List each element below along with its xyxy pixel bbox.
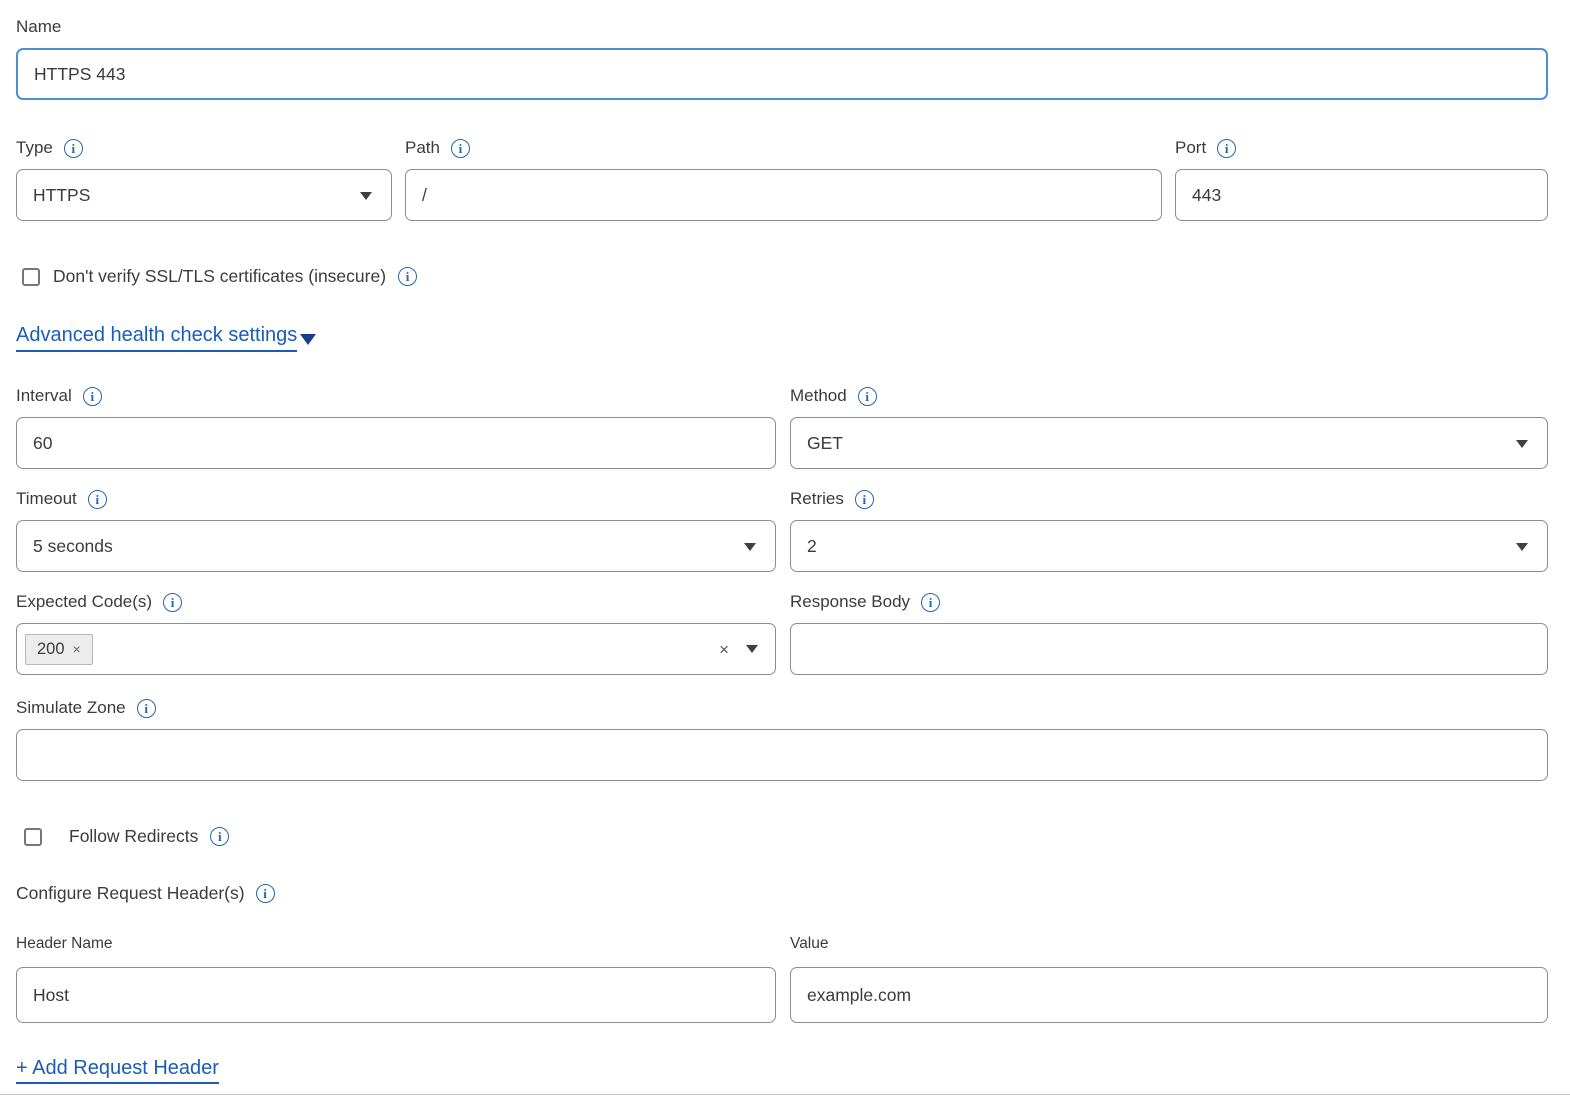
info-icon[interactable]: i — [137, 699, 156, 718]
header-value-input[interactable] — [790, 967, 1548, 1023]
type-select-value: HTTPS — [33, 185, 90, 206]
clear-all-icon[interactable]: × — [719, 641, 729, 658]
caret-down-icon — [1516, 440, 1528, 448]
caret-down-icon — [360, 192, 372, 200]
caret-down-icon — [744, 543, 756, 551]
port-field: Port i — [1175, 137, 1548, 221]
method-field: Method i GET — [790, 385, 1548, 469]
add-request-header-link[interactable]: + Add Request Header — [16, 1057, 219, 1084]
expected-code-tag: 200 × — [25, 634, 93, 665]
retries-select-value: 2 — [807, 536, 817, 557]
type-field: Type i HTTPS — [16, 137, 392, 221]
type-label: Type — [16, 138, 53, 158]
header-name-field: Header Name — [16, 934, 776, 1023]
health-check-form: Name Type i HTTPS Path i Port i — [0, 0, 1570, 1095]
timeout-field: Timeout i 5 seconds — [16, 488, 776, 572]
info-icon[interactable]: i — [858, 387, 877, 406]
info-icon[interactable]: i — [398, 267, 417, 286]
path-input[interactable] — [405, 169, 1162, 221]
retries-label: Retries — [790, 489, 844, 509]
type-select[interactable]: HTTPS — [16, 169, 392, 221]
configure-headers-label: Configure Request Header(s) — [16, 883, 245, 904]
port-label: Port — [1175, 138, 1206, 158]
simulate-zone-label: Simulate Zone — [16, 698, 126, 718]
header-name-label: Header Name — [16, 935, 113, 953]
caret-down-icon[interactable] — [746, 645, 758, 653]
header-name-input[interactable] — [16, 967, 776, 1023]
interval-input[interactable] — [16, 417, 776, 469]
expected-codes-multiselect[interactable]: 200 × × — [16, 623, 776, 675]
request-header-row: Header Name Value — [16, 934, 1548, 1023]
follow-redirects-label: Follow Redirects — [69, 826, 198, 847]
expected-code-tag-text: 200 — [37, 640, 65, 659]
configure-headers-section: Configure Request Header(s) i — [16, 882, 1548, 904]
timeout-select-value: 5 seconds — [33, 536, 113, 557]
info-icon[interactable]: i — [855, 490, 874, 509]
response-body-field: Response Body i — [790, 591, 1548, 675]
follow-redirects-checkbox[interactable] — [24, 828, 42, 846]
response-body-label: Response Body — [790, 592, 910, 612]
expected-codes-label: Expected Code(s) — [16, 592, 152, 612]
info-icon[interactable]: i — [210, 827, 229, 846]
info-icon[interactable]: i — [64, 139, 83, 158]
info-icon[interactable]: i — [163, 593, 182, 612]
name-label: Name — [16, 17, 61, 37]
dont-verify-row: Don't verify SSL/TLS certificates (insec… — [22, 266, 1548, 287]
retries-select[interactable]: 2 — [790, 520, 1548, 572]
caret-down-icon — [1516, 543, 1528, 551]
simulate-zone-input[interactable] — [16, 729, 1548, 781]
name-field: Name — [16, 16, 1548, 100]
caret-down-icon — [300, 334, 316, 345]
header-value-label: Value — [790, 935, 829, 953]
codes-body-row: Expected Code(s) i 200 × × Response Body… — [16, 591, 1548, 675]
dont-verify-label: Don't verify SSL/TLS certificates (insec… — [53, 266, 386, 287]
dont-verify-checkbox[interactable] — [22, 268, 40, 286]
simulate-zone-field: Simulate Zone i — [16, 697, 1548, 781]
section-divider — [0, 1094, 1570, 1095]
info-icon[interactable]: i — [88, 490, 107, 509]
info-icon[interactable]: i — [451, 139, 470, 158]
retries-field: Retries i 2 — [790, 488, 1548, 572]
method-select[interactable]: GET — [790, 417, 1548, 469]
info-icon[interactable]: i — [921, 593, 940, 612]
header-value-field: Value — [790, 934, 1548, 1023]
interval-field: Interval i — [16, 385, 776, 469]
path-label: Path — [405, 138, 440, 158]
remove-tag-icon[interactable]: × — [73, 641, 81, 657]
advanced-settings-block: Advanced health check settings — [16, 324, 1548, 352]
info-icon[interactable]: i — [256, 884, 275, 903]
timeout-select[interactable]: 5 seconds — [16, 520, 776, 572]
interval-method-row: Interval i Method i GET — [16, 385, 1548, 469]
add-header-block: + Add Request Header — [16, 1057, 1548, 1080]
method-select-value: GET — [807, 433, 843, 454]
info-icon[interactable]: i — [83, 387, 102, 406]
expected-codes-field: Expected Code(s) i 200 × × — [16, 591, 776, 675]
info-icon[interactable]: i — [1217, 139, 1236, 158]
follow-redirects-row: Follow Redirects i — [24, 826, 1548, 847]
method-label: Method — [790, 386, 847, 406]
interval-label: Interval — [16, 386, 72, 406]
path-field: Path i — [405, 137, 1162, 221]
type-path-port-row: Type i HTTPS Path i Port i — [16, 137, 1548, 221]
name-input[interactable] — [16, 48, 1548, 100]
timeout-retries-row: Timeout i 5 seconds Retries i 2 — [16, 488, 1548, 572]
timeout-label: Timeout — [16, 489, 77, 509]
advanced-settings-link[interactable]: Advanced health check settings — [16, 324, 297, 352]
response-body-input[interactable] — [790, 623, 1548, 675]
port-input[interactable] — [1175, 169, 1548, 221]
